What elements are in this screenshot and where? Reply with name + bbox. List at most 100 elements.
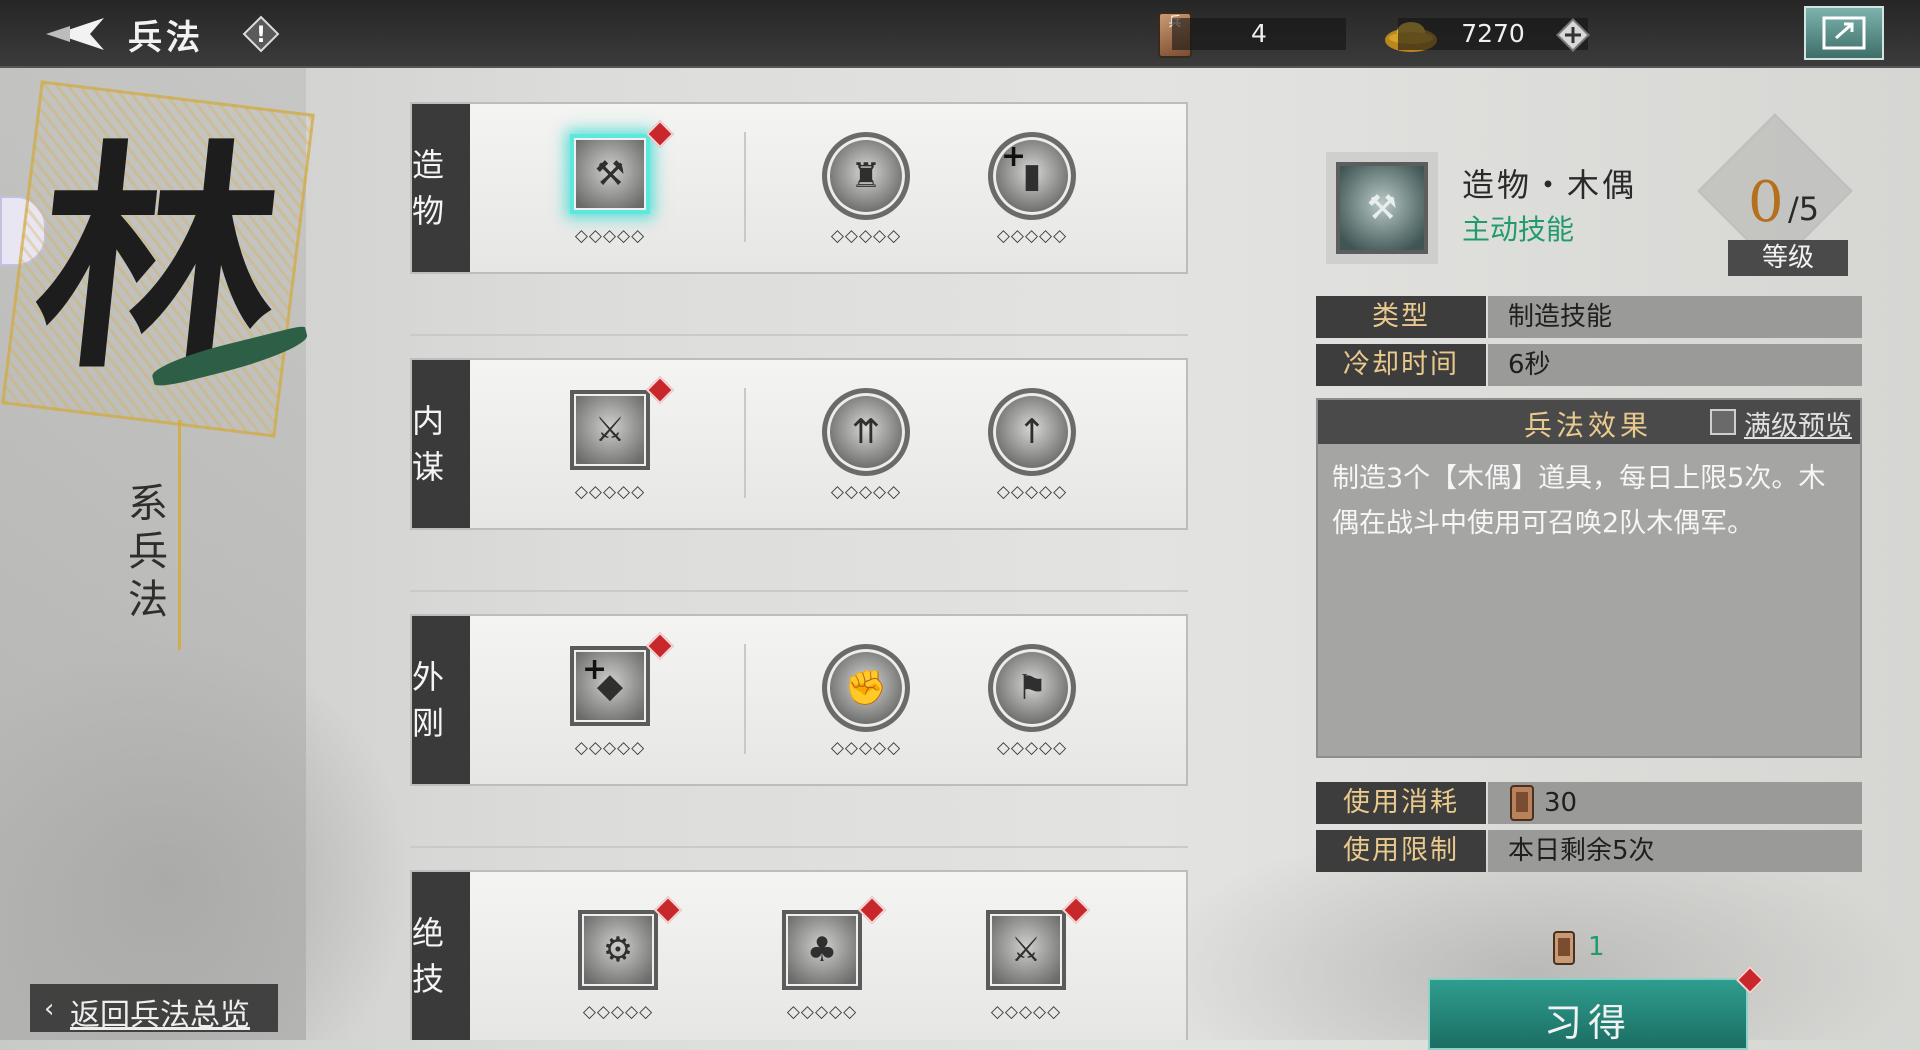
page-title: 兵法: [128, 18, 204, 58]
row-label: 绝技: [412, 872, 470, 1040]
chevron-left-icon: ‹: [44, 994, 55, 1024]
school-subtitle: 系兵法: [128, 481, 168, 623]
skill-node[interactable]: ⚔ ◇◇◇◇◇: [550, 374, 675, 514]
new-indicator-dot: [857, 895, 887, 925]
skill-level-pips: ◇◇◇◇◇: [830, 482, 902, 502]
skill-level-pips: ◇◇◇◇◇: [574, 482, 646, 502]
skill-node[interactable]: ⚔ ◇◇◇◇◇: [966, 894, 1091, 1034]
puppet-axe-icon: ⚒: [570, 134, 650, 214]
learn-button-label: 习得: [1543, 1001, 1632, 1045]
skill-node[interactable]: ⇈ ◇◇◇◇◇: [806, 374, 926, 514]
cooldown-row: 冷却时间 6秒: [1316, 344, 1862, 386]
skill-type-key: 类型: [1316, 296, 1486, 338]
level-current: 0: [1748, 170, 1784, 235]
skill-node[interactable]: + ▮ ◇◇◇◇◇: [972, 118, 1092, 258]
cooldown-key: 冷却时间: [1316, 344, 1486, 386]
usage-limit-value: 本日剩余5次: [1488, 830, 1862, 872]
usage-limit-key: 使用限制: [1316, 830, 1486, 872]
skill-level-pips: ◇◇◇◇◇: [996, 482, 1068, 502]
warrior-charge-icon: ⚔: [986, 910, 1066, 990]
row-label: 内谋: [412, 360, 470, 528]
skill-node[interactable]: ↑ ◇◇◇◇◇: [972, 374, 1092, 514]
skill-node[interactable]: ⚑ ◇◇◇◇◇: [972, 630, 1092, 770]
token-up-icon: ↑: [988, 388, 1076, 476]
troop-token-value: 4: [1251, 19, 1267, 48]
top-bar: 兵法 ! 兵 4 7270: [0, 0, 1920, 68]
max-level-preview-checkbox[interactable]: [1710, 409, 1736, 435]
skill-row-zaowu: 造物 ⚒ ◇◇◇◇◇ ♜ ◇◇◇◇◇ + ▮ ◇◇◇◇◇: [410, 102, 1188, 274]
skill-level-pips: ◇◇◇◇◇: [996, 226, 1068, 246]
usage-cost-row: 使用消耗 30: [1316, 782, 1862, 824]
skill-type-row: 类型 制造技能: [1316, 296, 1862, 338]
skill-level-pips: ◇◇◇◇◇: [582, 1002, 654, 1022]
skill-level-pips: ◇◇◇◇◇: [990, 1002, 1062, 1022]
effect-title: 兵法效果: [1524, 409, 1653, 442]
level-label: 等级: [1728, 240, 1848, 276]
new-indicator-dot: [645, 119, 675, 149]
row-divider: [744, 388, 746, 498]
add-gold-icon[interactable]: [1556, 18, 1590, 52]
row-separator: [410, 334, 1188, 336]
level-max: /5: [1788, 190, 1820, 228]
export-icon: [1822, 16, 1866, 50]
new-indicator-dot: [645, 631, 675, 661]
info-icon[interactable]: !: [242, 15, 280, 53]
troop-token-icon: [1553, 931, 1575, 965]
warrior-blades-icon: ⚔: [570, 390, 650, 470]
skill-row-neimou: 内谋 ⚔ ◇◇◇◇◇ ⇈ ◇◇◇◇◇ ↑ ◇◇◇◇◇: [410, 358, 1188, 530]
return-overview-button[interactable]: ‹ 返回兵法总览: [30, 984, 278, 1033]
skill-node[interactable]: ⚙ ◇◇◇◇◇: [558, 894, 683, 1034]
row-divider: [744, 132, 746, 242]
learn-cost-value: 1: [1588, 932, 1605, 962]
row-label: 造物: [412, 104, 470, 272]
row-separator: [410, 846, 1188, 848]
skill-type-value: 制造技能: [1488, 296, 1862, 338]
svg-text:!: !: [256, 23, 266, 48]
skill-kind: 主动技能: [1462, 213, 1575, 246]
skill-node[interactable]: ✊ ◇◇◇◇◇: [806, 630, 926, 770]
new-indicator-dot: [645, 375, 675, 405]
new-indicator-dot: [653, 895, 683, 925]
row-divider: [744, 644, 746, 754]
skill-level-pips: ◇◇◇◇◇: [830, 738, 902, 758]
skill-level-pips: ◇◇◇◇◇: [996, 738, 1068, 758]
banner-troops-icon: ⚑: [988, 644, 1076, 732]
new-indicator-dot: [1061, 895, 1091, 925]
skill-level-pips: ◇◇◇◇◇: [786, 1002, 858, 1022]
skill-level-pips: ◇◇◇◇◇: [574, 226, 646, 246]
row-label: 外刚: [412, 616, 470, 784]
skill-node[interactable]: ♜ ◇◇◇◇◇: [806, 118, 926, 258]
usage-limit-row: 使用限制 本日剩余5次: [1316, 830, 1862, 872]
export-button[interactable]: [1804, 6, 1884, 60]
row-separator: [410, 590, 1188, 592]
skill-node[interactable]: ⚒ ◇◇◇◇◇: [550, 118, 675, 258]
skill-level-pips: ◇◇◇◇◇: [574, 738, 646, 758]
learn-button[interactable]: 习得: [1428, 978, 1748, 1050]
gold-divider-line: [178, 420, 181, 650]
handshake-icon: ✊: [822, 644, 910, 732]
war-chariot-icon: ⚙: [578, 910, 658, 990]
stone-plus-icon: + ◆: [570, 646, 650, 726]
hammer-arrows-icon: ⇈: [822, 388, 910, 476]
usage-cost-value: 30: [1488, 782, 1862, 824]
skill-node[interactable]: + ◆ ◇◇◇◇◇: [550, 630, 675, 770]
forest-icon: ♣: [782, 910, 862, 990]
skill-row-waigang: 外刚 + ◆ ◇◇◇◇◇ ✊ ◇◇◇◇◇ ⚑ ◇◇◇◇◇: [410, 614, 1188, 786]
effect-description: 制造3个【木偶】道具，每日上限5次。木偶在战斗中使用可召唤2队木偶军。: [1332, 463, 1826, 539]
token-plus-icon: + ▮: [988, 132, 1076, 220]
puppet-soldier-icon: ♜: [822, 132, 910, 220]
token-icon: [1510, 785, 1534, 821]
troop-token-counter: 4: [1172, 18, 1346, 50]
skill-name: 造物・木偶: [1462, 166, 1638, 204]
skill-level-pips: ◇◇◇◇◇: [830, 226, 902, 246]
skill-row-jueji: 绝技 ⚙ ◇◇◇◇◇ ♣ ◇◇◇◇◇ ⚔ ◇◇◇◇◇: [410, 870, 1188, 1040]
back-arrow-icon[interactable]: [40, 12, 110, 56]
cooldown-value: 6秒: [1488, 344, 1862, 386]
skill-node[interactable]: ♣ ◇◇◇◇◇: [762, 894, 887, 1034]
max-level-preview-label[interactable]: 满级预览: [1744, 404, 1852, 443]
effect-header: 兵法效果 满级预览: [1318, 400, 1860, 444]
effect-panel: 兵法效果 满级预览 制造3个【木偶】道具，每日上限5次。木偶在战斗中使用可召唤2…: [1316, 398, 1862, 758]
selected-skill-icon: ⚒: [1336, 162, 1428, 254]
usage-cost-key: 使用消耗: [1316, 782, 1486, 824]
return-overview-label: 返回兵法总览: [70, 998, 250, 1033]
